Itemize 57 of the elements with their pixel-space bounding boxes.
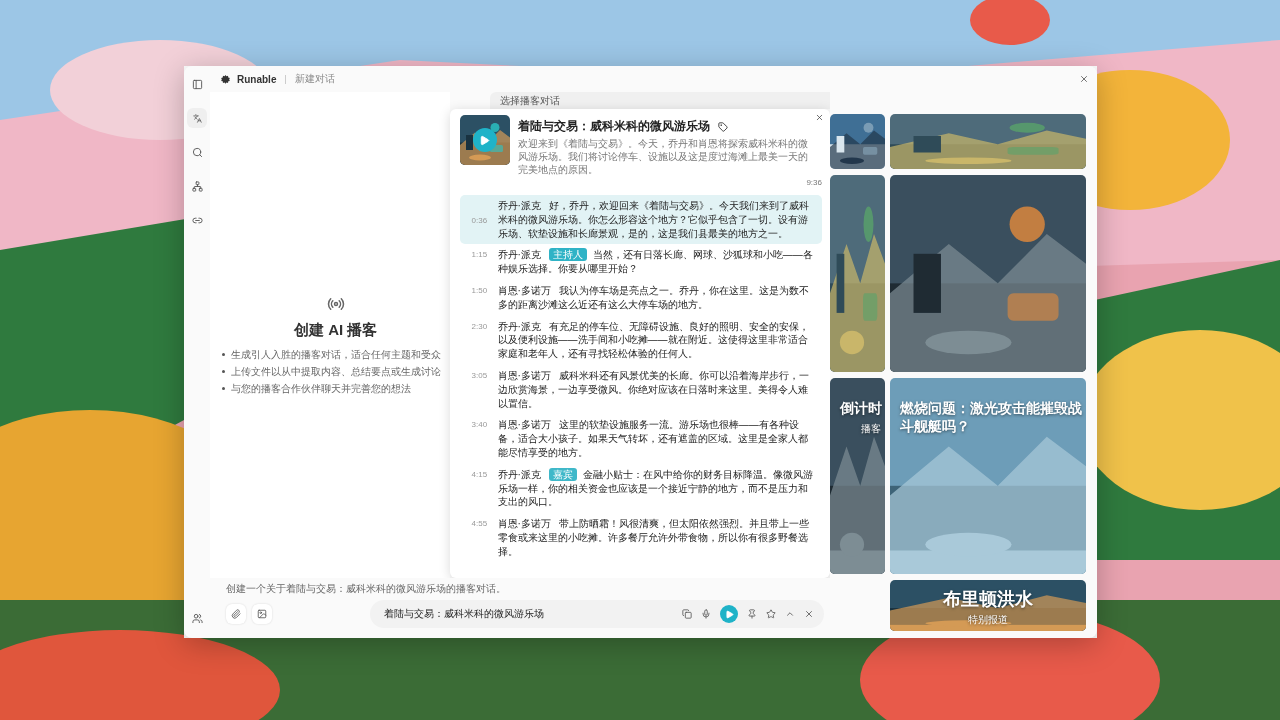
- transcript-text: 乔丹·派克 嘉宾 金融小贴士：在风中给你的财务目标降温。像微风游乐场一样，你的相关资金也应该是一个接近宁静的地方，而不是压力和支出的风口。: [497, 467, 814, 510]
- tag-icon[interactable]: [717, 121, 728, 132]
- timestamp: 1:50: [471, 285, 489, 295]
- timestamp: 2:30: [471, 320, 489, 331]
- transcript-text: 肖恩·多诺万 这里的软垫设施服务一流。游乐场也很棒——有各种设备，适合大小孩子。如果天气转坏，还有遮盖的区域。这里是全家人都能尽情享受的地方。: [497, 418, 809, 460]
- copy-icon[interactable]: [682, 609, 692, 619]
- image-icon[interactable]: [252, 604, 272, 624]
- play-icon: [724, 609, 734, 619]
- transcript-text: 肖恩·多诺万 带上防晒霜！风很清爽，但太阳依然强烈。并且带上一些零食或来这里的小吃摊。许多餐厅允许外带食物，所以你有很多野餐选择。: [497, 517, 810, 559]
- timestamp: 4:15: [471, 468, 489, 479]
- transcript-text: 乔丹·派克 主持人 当然，还有日落长廊、网球、沙狐球和小吃——各种娱乐选择。你要从哪里开始？: [497, 248, 814, 276]
- gear-icon: [220, 73, 231, 85]
- pin-icon[interactable]: [747, 609, 757, 619]
- transcript-entry[interactable]: 4:55 肖恩·多诺万 带上防晒霜！风很清爽，但太阳依然强烈。并且带上一些零食或来这里的小吃摊。许多餐厅允许外带食物，所以你有很多野餐选择。: [459, 513, 822, 563]
- app-logo: Runable: [237, 73, 277, 85]
- paperclip-icon[interactable]: [226, 604, 246, 624]
- timestamp: 3:40: [471, 419, 489, 430]
- welcome-title: 创建 AI 播客: [294, 320, 378, 340]
- timestamp: 1:15: [471, 249, 489, 260]
- transcript-entry[interactable]: 0:36 乔丹·派克 好，乔丹，欢迎回来《着陆与交易》。今天我们来到了威科米科的微风游乐场。你怎么形容这个地方？它似乎包含了一切。设有游乐场、软垫设施和长廊景观，是的，这是我们县最美的地方之一。: [459, 195, 822, 245]
- thumbnail-title: 倒计时: [840, 400, 881, 418]
- thumbnail-title: 燃烧问题：激光攻击能摧毁战斗舰艇吗？: [900, 400, 1082, 435]
- transcript-text: 肖恩·多诺万 威科米科还有风景优美的长廊。你可以沿着海岸步行，一边欣赏海景，一边享受微风。你绝对应该在日落时来这里。美得令人难以置信。: [497, 368, 810, 411]
- thumbnail-subtitle: 特别报道: [967, 613, 1009, 627]
- close-icon[interactable]: [1079, 74, 1089, 84]
- chat-title: 新建对话: [295, 72, 336, 86]
- play-icon: [479, 134, 490, 146]
- transcript-entry[interactable]: 2:30 乔丹·派克 有充足的停车位、无障碍设施、良好的照明、安全的安保，以及便利设施——洗手间和小吃摊——就在附近。这使得这里非常适合家庭和老年人，还有寻找轻松体验的任何人。: [459, 315, 822, 365]
- star-icon[interactable]: [766, 609, 776, 619]
- message-input[interactable]: 着陆与交易：威科米科的微风游乐场: [384, 606, 673, 622]
- translate-icon[interactable]: [187, 108, 207, 128]
- transcript-text: 肖恩·多诺万 我认为停车场是亮点之一。乔丹，你在这里。这是为数不多的距离沙滩这么近还有这么大停车场的地方。: [497, 284, 810, 312]
- panel-tab[interactable]: 选择播客对话: [489, 92, 830, 109]
- close-icon[interactable]: [815, 113, 824, 122]
- timestamp: 0:36: [471, 215, 489, 226]
- timestamp: 3:05: [471, 369, 489, 380]
- feature-bullet: 上传文件以从中提取内容、总结要点或生成讨论: [231, 364, 441, 379]
- composer-bar[interactable]: 着陆与交易：威科米科的微风游乐场: [370, 600, 824, 628]
- transcript-entry[interactable]: 4:15 乔丹·派克 嘉宾 金融小贴士：在风中给你的财务目标降温。像微风游乐场一样，你的相关资金也应该是一个接近宁静的地方，而不是压力和支出的风口。: [459, 463, 822, 514]
- podcast-description: 欢迎来到《着陆与交易》。今天，乔丹和肖恩将探索威科米科的微风游乐场。我们将讨论停车、设施以及这是度过海滩上最美一天的完美地点的原因。: [517, 137, 809, 176]
- transcript-entry[interactable]: 3:05 肖恩·多诺万 威科米科还有风景优美的长廊。你可以沿着海岸步行，一边欣赏海景，一边享受微风。你绝对应该在日落时来这里。美得令人难以置信。: [459, 364, 822, 415]
- transcript-text: 乔丹·派克 好，乔丹，欢迎回来《着陆与交易》。今天我们来到了威科米科的微风游乐场。你怎么形容这个地方？它似乎包含了一切。设有游乐场、软垫设施和长廊景观，是的，这是我们县最美的地方之一。: [497, 199, 810, 241]
- close-icon[interactable]: [804, 609, 814, 619]
- send-button[interactable]: [720, 605, 738, 623]
- transcript-entry[interactable]: 1:15 乔丹·派克 主持人 当然，还有日落长廊、网球、沙狐球和小吃——各种娱乐选择。你要从哪里开始？: [459, 244, 822, 280]
- timestamp: 4:55: [471, 518, 489, 529]
- feature-bullet: 生成引人入胜的播客对话，适合任何主题和受众: [231, 347, 441, 362]
- prompt-text: 创建一个关于着陆与交易：威科米科的微风游乐场的播客对话。: [226, 582, 507, 596]
- duration: 9:36: [806, 178, 822, 187]
- thumbnail-subtitle: 播客: [860, 422, 881, 436]
- transcript-entry[interactable]: 1:50 肖恩·多诺万 我认为停车场是亮点之一。乔丹，你在这里。这是为数不多的距离沙滩这么近还有这么大停车场的地方。: [459, 280, 822, 316]
- transcript-entry[interactable]: 3:40 肖恩·多诺万 这里的软垫设施服务一流。游乐场也很棒——有各种设备，适合大小孩子。如果天气转坏，还有遮盖的区域。这里是全家人都能尽情享受的地方。: [459, 414, 822, 464]
- chevron-up-icon[interactable]: [785, 609, 795, 619]
- transcript-text: 乔丹·派克 有充足的停车位、无障碍设施、良好的照明、安全的安保，以及便利设施——洗手间和小吃摊——就在附近。这使得这里非常适合家庭和老年人，还有寻找轻松体验的任何人。: [497, 319, 810, 361]
- mic-icon[interactable]: [701, 609, 711, 619]
- feature-bullet: 与您的播客合作伙伴聊天并完善您的想法: [231, 381, 411, 396]
- podcast-title: 着陆与交易：威科米科的微风游乐场: [517, 118, 710, 135]
